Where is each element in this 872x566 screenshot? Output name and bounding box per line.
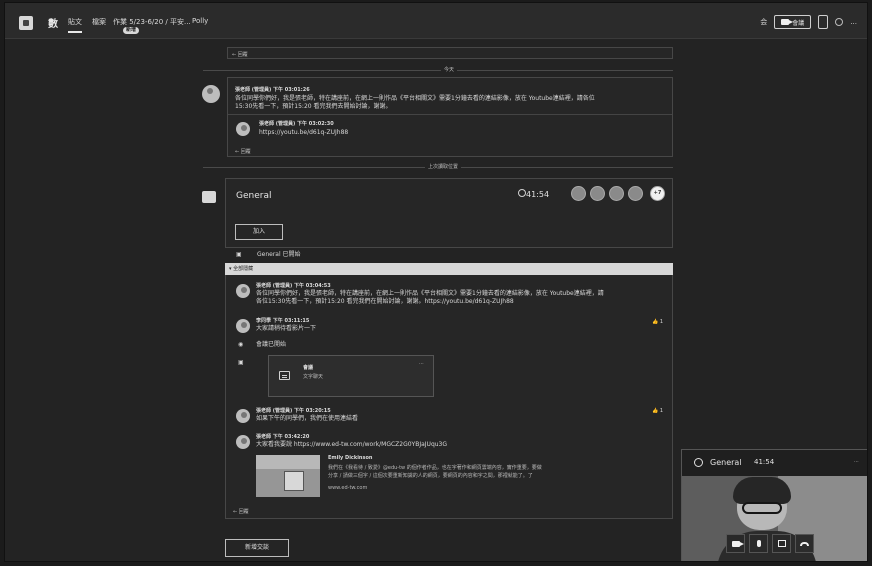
- post-meta: 張老師 (管理員) 下午 03:20:15: [256, 408, 331, 414]
- participant-avatar[interactable]: [571, 186, 586, 201]
- team-avatar-icon[interactable]: [19, 16, 33, 30]
- new-tab-badge: 新增: [123, 27, 140, 34]
- meeting-popout: General 41:54 ...: [681, 449, 867, 561]
- info-icon[interactable]: [835, 18, 844, 26]
- like-count-value: 1: [659, 408, 664, 414]
- post-meta: 張老師 (管理員) 下午 03:04:53: [256, 283, 331, 289]
- meet-button[interactable]: 會議: [774, 15, 812, 29]
- card-title: 會議: [303, 365, 314, 371]
- post-link-text[interactable]: 大家看我要說 https://www.ed-tw.com/work/MGCZ2G…: [256, 441, 447, 449]
- popout-timer: 41:54: [754, 458, 775, 466]
- like-count-value: 1: [659, 319, 664, 325]
- language-marker: 会: [760, 18, 768, 26]
- video-person-glasses: [742, 502, 782, 514]
- meet-dropdown-button[interactable]: [818, 15, 829, 29]
- call-controls: [726, 534, 814, 553]
- microphone-icon: [756, 540, 761, 547]
- meeting-title: General: [236, 191, 272, 201]
- popout-title: General: [710, 458, 742, 467]
- top-tools: 会 會議 ...: [760, 15, 857, 29]
- camera-icon: [731, 540, 744, 547]
- camera-button[interactable]: [726, 534, 745, 553]
- share-button[interactable]: [772, 534, 791, 553]
- meeting-thread: 張老師 (管理員) 下午 03:04:53 各位同學你們好，我是張老師，特在講座…: [225, 275, 673, 519]
- meeting-timer: 41:54: [526, 190, 550, 199]
- last-read-divider: 上次讀取位置: [425, 163, 462, 170]
- collapse-banner[interactable]: ▾ 全部隱藏: [225, 263, 673, 275]
- meeting-card: General 41:54 +7 加入: [225, 178, 673, 248]
- meeting-started-text: 會議已開始: [256, 341, 287, 348]
- meeting-camera-icon: ▣: [236, 251, 242, 258]
- teacher-avatar: [236, 409, 250, 423]
- link-preview[interactable]: Emily Dickinson 我們在《我看待 / 致愛》@edu-tw 的個作…: [256, 455, 666, 497]
- clock-icon: [518, 189, 526, 197]
- post-meta: 張老師 下午 03:42:20: [256, 434, 310, 440]
- message-meta: 張老師 (管理員) 下午 03:01:26: [235, 87, 310, 93]
- preview-thumbnail: [256, 455, 320, 497]
- chat-icon: [279, 371, 290, 380]
- radio-icon: ◉: [238, 341, 244, 348]
- meet-button-label: 會議: [792, 19, 805, 27]
- preview-domain: www.ed-tw.com: [328, 485, 368, 491]
- today-divider: 今天: [441, 66, 458, 73]
- today-divider-line: [203, 70, 673, 71]
- post-meta: 李同學 下午 03:11:15: [256, 318, 310, 324]
- card-more-icon[interactable]: ...: [419, 360, 424, 366]
- meeting-icon: [202, 191, 216, 203]
- reply-divider: [228, 114, 672, 115]
- teacher-avatar: [236, 284, 250, 298]
- tab-posts[interactable]: 貼文: [68, 17, 82, 33]
- participant-avatar[interactable]: [590, 186, 605, 201]
- post-text: 大家請稍待看影片一下: [256, 325, 317, 332]
- post-text: 各位15:30先看一下，預計15:20 看完我們在開始討論，謝謝。https:/…: [256, 298, 514, 305]
- meeting-status-icon: [694, 458, 703, 467]
- video-feed: [682, 476, 867, 561]
- tab-polly[interactable]: Polly: [192, 17, 208, 25]
- like-count[interactable]: 👍 1: [652, 319, 663, 325]
- hang-up-button[interactable]: [795, 534, 814, 553]
- teacher-avatar: [236, 435, 250, 449]
- team-name: 數: [48, 19, 58, 30]
- teacher-avatar: [202, 85, 220, 103]
- older-message-thread: 張老師 (管理員) 下午 03:01:26 各位同學你們好，我是張老師，特在講座…: [227, 77, 673, 157]
- student-avatar: [236, 319, 250, 333]
- phone-icon: [800, 541, 809, 546]
- join-meeting-button[interactable]: 加入: [235, 224, 283, 240]
- popout-more-icon[interactable]: ...: [854, 458, 859, 464]
- preview-description: 我們在《我看待 / 致愛》@edu-tw 的個作者作品，也在字著作和網頁雲端內容…: [328, 465, 542, 471]
- reply-link[interactable]: ← 回覆: [233, 508, 249, 515]
- participant-avatar[interactable]: [628, 186, 643, 201]
- more-participants-badge[interactable]: +7: [650, 186, 665, 201]
- mute-button[interactable]: [749, 534, 768, 553]
- post-text: 如果下午的同學們，我們在使用連結看: [256, 415, 359, 422]
- participant-avatar[interactable]: [609, 186, 624, 201]
- message-line: 各位同學你們好，我是張老師，特在講座前，在網上一則作品《平台相關文》需要1分鐘去…: [235, 95, 595, 102]
- reply-meta: 張老師 (管理員) 下午 03:02:30: [259, 121, 334, 127]
- tab-files[interactable]: 檔案: [92, 17, 106, 27]
- more-options-icon[interactable]: ...: [850, 18, 857, 26]
- top-bar: 數 貼文 檔案 作業 5/23-6/20 / 平安... 新增 Polly 会 …: [5, 3, 867, 39]
- reply-link[interactable]: ← 回覆: [235, 148, 251, 155]
- camera-icon: ▣: [238, 359, 244, 366]
- reply-link[interactable]: ← 回覆: [232, 51, 248, 58]
- meeting-status: General 已開始: [257, 251, 301, 258]
- reply-avatar: [236, 122, 250, 136]
- teams-window: 數 貼文 檔案 作業 5/23-6/20 / 平安... 新增 Polly 会 …: [4, 2, 868, 562]
- youtube-link[interactable]: https://youtu.be/d61q-ZUJh88: [259, 129, 348, 137]
- share-icon: [777, 540, 786, 547]
- preview-title: Emily Dickinson: [328, 455, 373, 461]
- tab-assignments[interactable]: 作業 5/23-6/20 / 平安...: [113, 17, 191, 27]
- meeting-chat-card[interactable]: 會議 文字聊天 ...: [268, 355, 434, 397]
- message-line: 15:30先看一下，預計15:20 看完我們去開始討論，謝謝。: [235, 103, 392, 110]
- video-person-hair: [733, 477, 791, 504]
- new-conversation-button[interactable]: 新增交談: [225, 539, 289, 557]
- preview-description: 分享 / 請做三個字 / 這個次要重新知識的人的網頁，要網頁的內容和字之間，那裡…: [328, 473, 533, 479]
- card-subtitle: 文字聊天: [303, 374, 324, 380]
- camera-icon: [781, 19, 794, 25]
- like-count[interactable]: 👍 1: [652, 408, 663, 414]
- post-text: 各位同學你們好，我是張老師，特在講座前，在網上一則作品《平台相關文》需要1分鐘去…: [256, 290, 604, 297]
- previous-reply-box: ← 回覆: [227, 47, 673, 59]
